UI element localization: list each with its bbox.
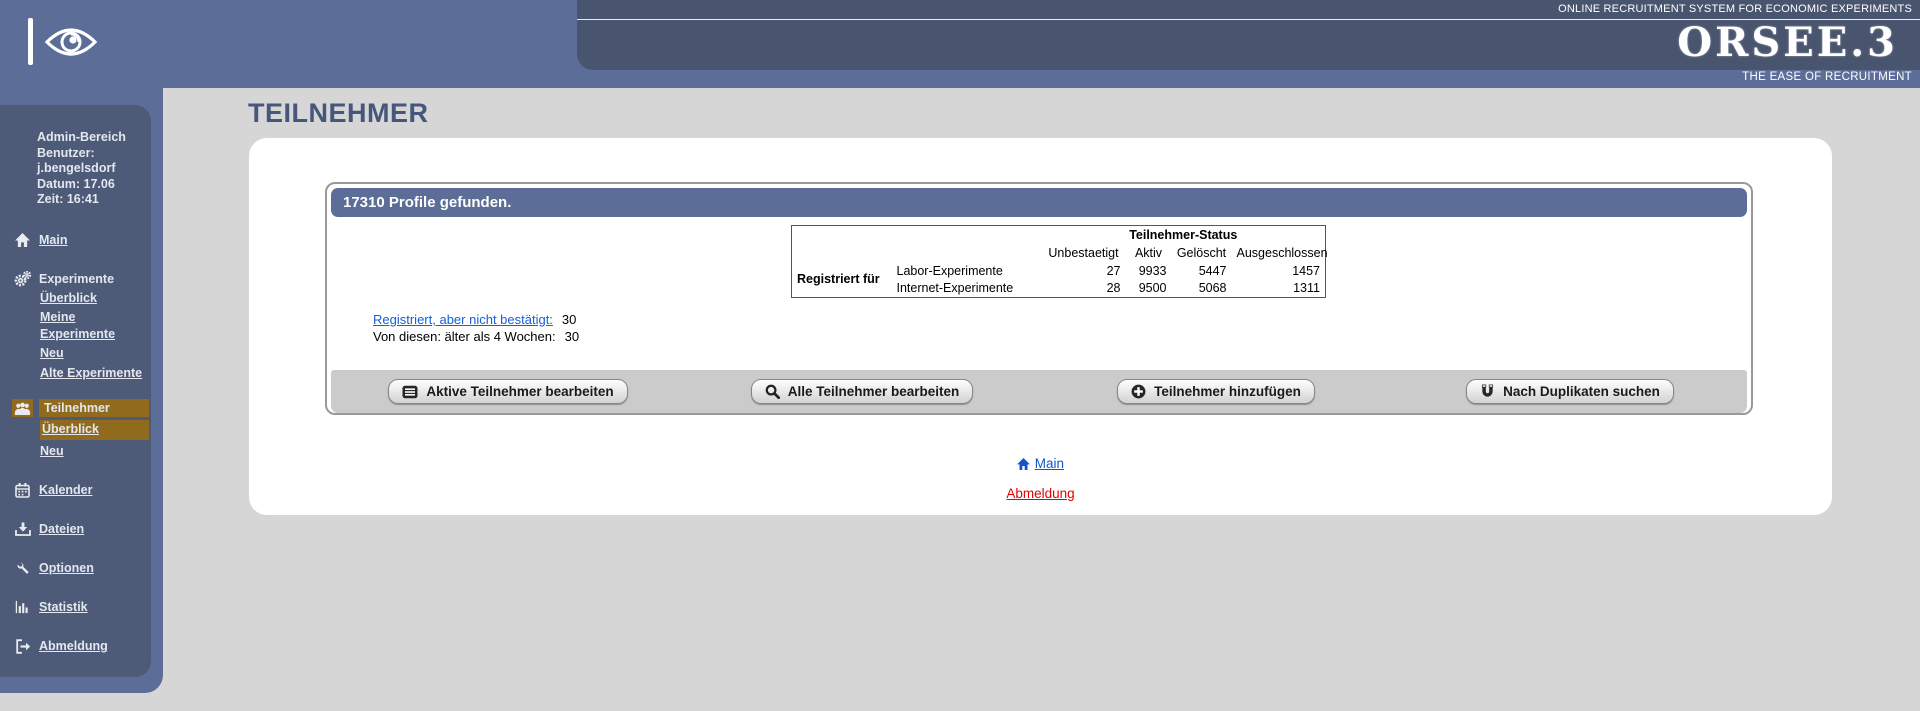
cell-value: 27 (1106, 263, 1121, 278)
footer-main-link-row: Main (249, 456, 1832, 473)
edit-active-participants-button[interactable]: Aktive Teilnehmer bearbeiten (388, 379, 628, 404)
sidebar-link-dateien[interactable]: Dateien (39, 522, 84, 536)
admin-area-label: Admin-Bereich (37, 130, 126, 144)
sidebar-label-teilnehmer: Teilnehmer (39, 399, 149, 417)
bar-chart-icon (12, 599, 33, 615)
cell-value: 1457 (1292, 263, 1320, 278)
sidebar-link-statistik[interactable]: Statistik (39, 600, 88, 614)
row-label-internet: Internet-Experimente (896, 281, 1014, 296)
sidebar-item-statistik[interactable]: Statistik (0, 599, 151, 615)
col-header-ausgeschlossen: Ausgeschlossen (1236, 245, 1328, 260)
results-box: 17310 Profile gefunden. Teilnehmer-Statu… (325, 182, 1753, 415)
content-card: 17310 Profile gefunden. Teilnehmer-Statu… (249, 138, 1832, 515)
sidebar-item-meine-experimente[interactable]: Meine Experimente (40, 309, 149, 342)
user-label: Benutzer: (37, 145, 95, 160)
registration-summary: Registriert, aber nicht bestätigt: 30 Von… (373, 311, 579, 345)
action-button-bar: Aktive Teilnehmer bearbeiten Alle Teilne… (331, 370, 1747, 413)
header-tagline-bottom: THE EASE OF RECRUITMENT (1742, 71, 1912, 83)
header-tagline-top: ONLINE RECRUITMENT SYSTEM FOR ECONOMIC E… (577, 0, 1920, 20)
sidebar-link-abmeldung[interactable]: Abmeldung (39, 639, 108, 653)
download-icon (12, 521, 33, 537)
registered-unconfirmed-link[interactable]: Registriert, aber nicht bestätigt: (373, 312, 553, 327)
sidebar-link-optionen[interactable]: Optionen (39, 561, 94, 575)
table-header-row: Unbestaetigt Aktiv Gelöscht Ausgeschloss… (792, 244, 1328, 262)
logout-icon (12, 638, 33, 654)
logo-bar (28, 18, 33, 65)
cell-value: 9500 (1138, 281, 1167, 296)
sidebar-label-experimente: Experimente (39, 271, 115, 286)
footer-logout-link-row: Abmeldung (249, 486, 1832, 501)
time-line: Zeit: 16:41 (37, 192, 99, 206)
search-duplicates-button[interactable]: Nach Duplikaten suchen (1466, 379, 1674, 404)
registered-unconfirmed-line: Registriert, aber nicht bestätigt: 30 (373, 311, 579, 328)
user-name: j.bengelsdorf (37, 161, 116, 175)
cell-value: 5068 (1198, 281, 1227, 296)
col-header-geloescht: Gelöscht (1176, 245, 1227, 260)
footer-main-link[interactable]: Main (1035, 456, 1064, 471)
footer-logout-link[interactable]: Abmeldung (1006, 486, 1074, 501)
sidebar: Admin-Bereich Benutzer: j.bengelsdorf Da… (0, 105, 151, 677)
registered-unconfirmed-value: 30 (561, 312, 577, 327)
results-header-bar: 17310 Profile gefunden. (331, 188, 1747, 217)
calendar-icon (12, 482, 33, 498)
col-header-unbestaetigt: Unbestaetigt (1048, 245, 1119, 260)
users-icon (12, 399, 33, 417)
sidebar-item-abmeldung[interactable]: Abmeldung (0, 638, 151, 654)
sidebar-item-teilnehmer: Teilnehmer (0, 399, 151, 417)
results-body: Teilnehmer-Status Unbestaetigt Aktiv Gel… (327, 221, 1751, 370)
results-count-text: 17310 Profile gefunden. (343, 194, 512, 211)
sidebar-item-teilnehmer-neu[interactable]: Neu (40, 443, 149, 460)
row-label-labor: Labor-Experimente (896, 263, 1003, 278)
home-icon (1017, 458, 1034, 473)
wrench-icon (12, 560, 33, 576)
magnet-icon (1480, 384, 1495, 399)
date-line: Datum: 17.06 (37, 176, 115, 191)
cell-value: 1311 (1293, 281, 1320, 296)
add-participant-button[interactable]: Teilnehmer hinzufügen (1117, 379, 1315, 404)
gears-icon (12, 270, 33, 287)
search-icon (765, 384, 780, 399)
sidebar-item-experimente: Experimente (0, 270, 151, 287)
sidebar-link-main[interactable]: Main (39, 233, 67, 247)
sidebar-item-teilnehmer-ueberblick[interactable]: Überblick (40, 420, 149, 440)
orsee-logo-mark (28, 18, 98, 65)
sidebar-item-main[interactable]: Main (0, 232, 151, 248)
sidebar-item-optionen[interactable]: Optionen (0, 560, 151, 576)
orsee-admin-page: { "header": { "tagline_top": "ONLINE REC… (0, 0, 1920, 711)
sidebar-item-alte-experimente[interactable]: Alte Experimente (40, 365, 149, 382)
edit-all-participants-button[interactable]: Alle Teilnehmer bearbeiten (750, 379, 974, 404)
cell-value: 9933 (1138, 263, 1167, 278)
table-row: Registriert für Labor-Experimente 27 993… (792, 262, 1326, 287)
older-than-4-weeks-line: Von diesen: älter als 4 Wochen: 30 (373, 329, 580, 344)
eye-icon (44, 21, 98, 63)
table-title: Teilnehmer-Status (1129, 227, 1238, 242)
cell-value: 28 (1106, 281, 1121, 296)
sidebar-session-info: Admin-Bereich Benutzer: j.bengelsdorf Da… (37, 130, 149, 208)
sidebar-item-kalender[interactable]: Kalender (0, 482, 151, 498)
row-group-label: Registriert für (797, 272, 880, 287)
older-than-4-weeks-value: 30 (564, 329, 580, 344)
cell-value: 5447 (1198, 263, 1227, 278)
page-title: TEILNEHMER (248, 98, 429, 128)
participant-status-table: Teilnehmer-Status Unbestaetigt Aktiv Gel… (791, 225, 1328, 298)
sidebar-item-experimente-neu[interactable]: Neu (40, 345, 149, 362)
col-header-aktiv: Aktiv (1134, 245, 1163, 260)
sidebar-item-experimente-ueberblick[interactable]: Überblick (40, 290, 149, 307)
home-icon (12, 232, 33, 248)
sidebar-link-kalender[interactable]: Kalender (39, 483, 93, 497)
orsee-logo-text: ORSEE.3 (1677, 19, 1898, 66)
sidebar-item-dateien[interactable]: Dateien (0, 521, 151, 537)
list-icon (402, 385, 418, 399)
header-brand-panel: ONLINE RECRUITMENT SYSTEM FOR ECONOMIC E… (577, 0, 1920, 70)
plus-circle-icon (1131, 384, 1146, 399)
